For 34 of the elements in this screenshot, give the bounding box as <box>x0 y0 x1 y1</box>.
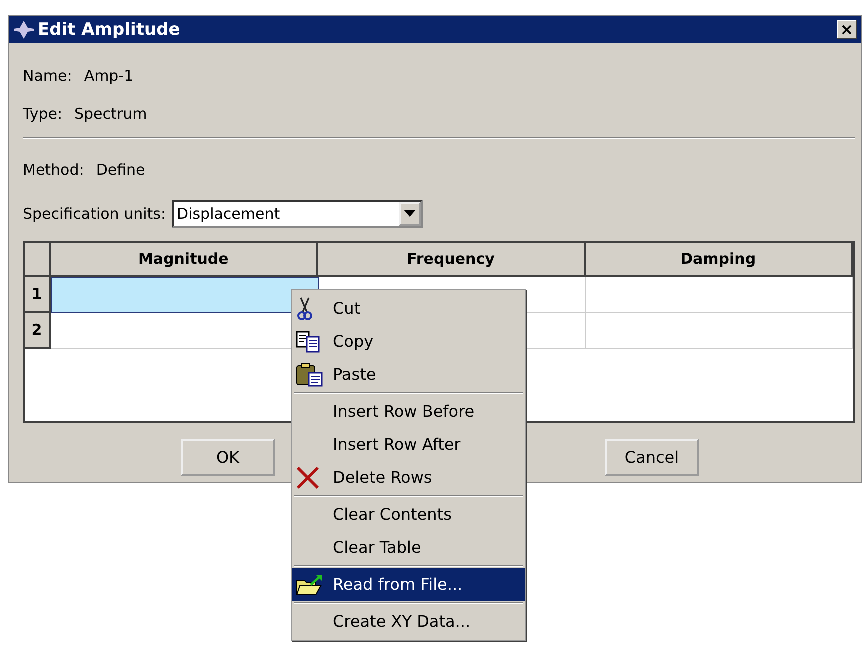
field-label: Type: <box>23 105 63 123</box>
menu-item[interactable]: Create XY Data... <box>292 605 525 638</box>
scissors-icon <box>296 296 314 320</box>
method-value: Define <box>96 161 146 179</box>
diamond-icon <box>13 20 35 40</box>
menu-item[interactable]: Cut <box>292 292 525 325</box>
menu-item[interactable]: Clear Contents <box>292 498 525 531</box>
copy-icon <box>296 330 322 352</box>
field-value: Amp-1 <box>84 67 134 85</box>
method-label: Method: <box>23 161 84 179</box>
window-title: Edit Amplitude <box>38 20 182 40</box>
menu-item[interactable]: Copy <box>292 325 525 358</box>
units-label: Specification units: <box>23 205 166 223</box>
dialog-button[interactable]: Cancel <box>605 439 699 476</box>
menu-item[interactable]: Paste <box>292 358 525 391</box>
column-header[interactable]: Frequency <box>318 243 586 277</box>
delete-x-icon <box>296 466 320 490</box>
menu-item[interactable]: Read from File... <box>292 568 525 601</box>
column-header[interactable]: Damping <box>586 243 853 277</box>
row-header[interactable]: 2 <box>25 313 51 349</box>
field-value: Spectrum <box>74 105 148 123</box>
table-cell[interactable] <box>51 277 319 313</box>
units-dropdown[interactable]: Displacement <box>172 200 424 228</box>
close-button[interactable]: × <box>837 20 857 39</box>
menu-item[interactable]: Insert Row Before <box>292 395 525 428</box>
row-header[interactable]: 1 <box>25 277 51 313</box>
menu-item[interactable]: Insert Row After <box>292 428 525 461</box>
menu-item[interactable]: Delete Rows <box>292 461 525 494</box>
dialog-button[interactable]: OK <box>181 439 275 476</box>
clipboard-icon <box>296 362 324 386</box>
folder-icon <box>296 572 324 596</box>
column-header[interactable]: Magnitude <box>51 243 318 277</box>
menu-item[interactable]: Clear Table <box>292 531 525 564</box>
field-label: Name: <box>23 67 72 85</box>
